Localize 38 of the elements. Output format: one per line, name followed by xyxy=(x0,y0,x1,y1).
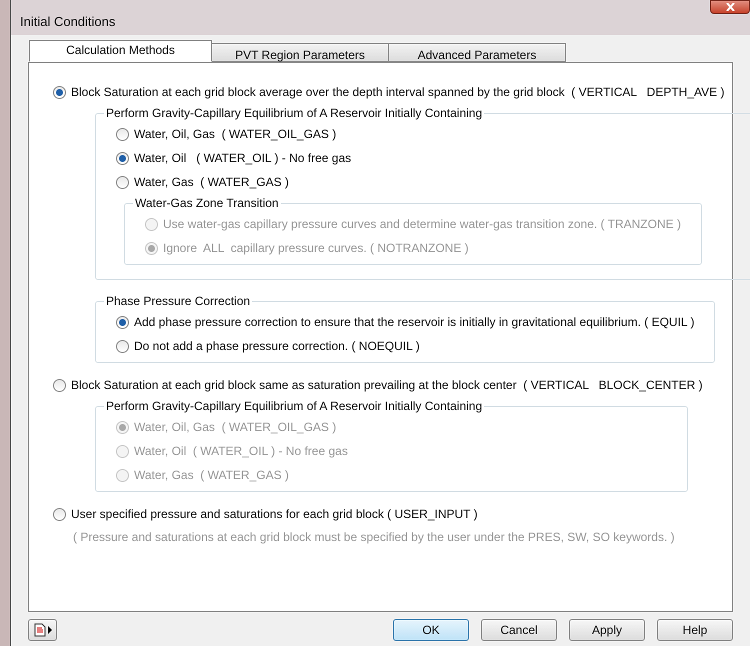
radio-label: Water, Oil, Gas ( WATER_OIL_GAS ) xyxy=(134,419,336,436)
radio-label: Water, Oil, Gas ( WATER_OIL_GAS ) xyxy=(134,126,336,143)
radio-button[interactable] xyxy=(53,378,66,392)
radio-label: Ignore ALL capillary pressure curves. ( NOTRANZONE ) xyxy=(163,240,469,257)
radio-label: Block Saturation at each grid block same as saturation prevailing at the block center ( VERTICAL BLOCK_CENTER ) xyxy=(71,377,703,394)
radio-button[interactable] xyxy=(116,340,129,352)
radio-label: User specified pressure and saturations for each grid block ( USER_INPUT ) xyxy=(71,506,478,523)
tab[interactable]: Calculation Methods xyxy=(29,40,212,62)
window-title: Initial Conditions xyxy=(20,13,116,31)
radio-button[interactable] xyxy=(53,508,66,520)
radio-label: Water, Gas ( WATER_GAS ) xyxy=(134,174,289,191)
radio-button[interactable] xyxy=(116,176,129,188)
radio-label: Water, Oil ( WATER_OIL ) - No free gas xyxy=(134,443,348,460)
menu-button[interactable] xyxy=(28,618,57,640)
radio-label: Water, Gas ( WATER_GAS ) xyxy=(134,467,289,484)
radio-button[interactable] xyxy=(116,316,129,328)
tab[interactable]: PVT Region Parameters xyxy=(211,43,389,62)
group-title: Perform Gravity-Capillary Equilibrium of A Reservoir Initially Containing xyxy=(105,398,484,415)
hint-text: ( Pressure and saturations at each grid block must be specified by the user under the PRES, SW, SO keywords. ) xyxy=(73,529,676,546)
document-arrow-icon xyxy=(32,622,52,636)
dialog-button[interactable]: Help xyxy=(657,618,733,640)
group-title: Water-Gas Zone Transition xyxy=(134,195,280,212)
group-title: Perform Gravity-Capillary Equilibrium of A Reservoir Initially Containing xyxy=(105,105,484,122)
radio-label: Water, Oil ( WATER_OIL ) - No free gas xyxy=(134,150,352,167)
dialog-button[interactable]: Apply xyxy=(569,618,645,640)
radio-label: Use water-gas capillary pressure curves and determine water-gas transition zone. ( TRANZONE ) xyxy=(163,216,681,233)
tab[interactable]: Advanced Parameters xyxy=(388,43,566,62)
close-icon xyxy=(726,3,734,11)
radio-label: Add phase pressure correction to ensure that the reservoir is initially in gravitational equilibrium. ( EQUIL ) xyxy=(134,314,694,331)
radio-button[interactable] xyxy=(53,86,66,98)
radio-button[interactable] xyxy=(116,152,129,164)
radio-button[interactable] xyxy=(116,128,129,140)
close-button[interactable] xyxy=(710,0,750,14)
radio-label: Block Saturation at each grid block average over the depth interval spanned by the grid block ( VERTICAL DEPTH_AVE ) xyxy=(71,84,724,101)
dialog-button[interactable]: Cancel xyxy=(481,618,557,640)
group-title: Phase Pressure Correction xyxy=(105,293,252,310)
dialog-button[interactable]: OK xyxy=(393,618,469,640)
radio-label: Do not add a phase pressure correction. ( NOEQUIL ) xyxy=(134,338,420,355)
